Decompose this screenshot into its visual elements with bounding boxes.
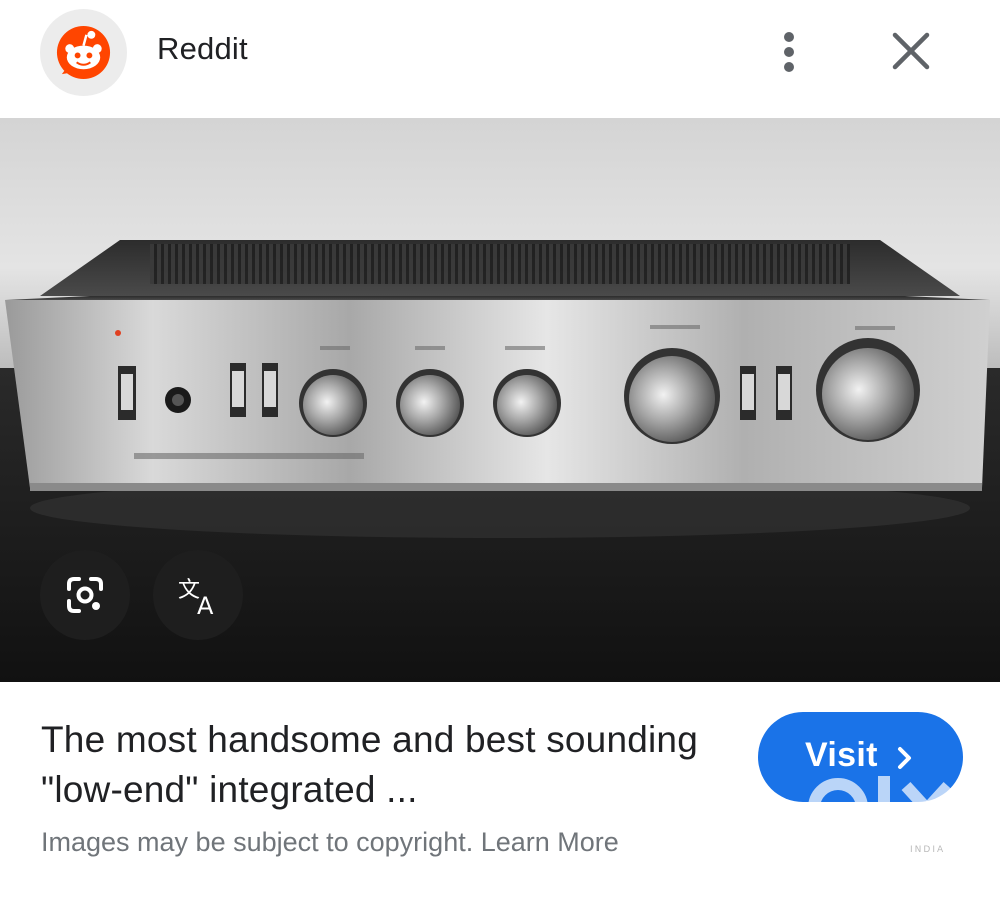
translate-icon: 文 A <box>178 578 214 617</box>
learn-more-link[interactable]: Learn More <box>481 827 619 857</box>
translate-button[interactable]: 文 A <box>153 550 243 640</box>
more-vert-dot <box>784 62 794 72</box>
result-image[interactable]: 文 A <box>0 118 1000 682</box>
olx-watermark-sub: INDIA <box>910 845 945 855</box>
svg-text:A: A <box>197 592 214 617</box>
header-bar: Reddit <box>0 0 1000 118</box>
source-name[interactable]: Reddit <box>157 31 248 67</box>
chevron-right-icon <box>898 747 911 769</box>
source-avatar[interactable] <box>40 9 127 96</box>
result-title[interactable]: The most handsome and best sounding "low… <box>41 715 731 815</box>
close-icon <box>892 32 930 70</box>
visit-button-label: Visit <box>805 736 878 774</box>
google-lens-icon <box>67 577 103 613</box>
close-button[interactable] <box>886 26 936 76</box>
reddit-snoo-icon <box>56 25 111 80</box>
amplifier-photo <box>0 118 1000 682</box>
more-options-button[interactable] <box>768 26 810 78</box>
copyright-text: Images may be subject to copyright. <box>41 827 481 857</box>
more-vert-dot <box>784 47 794 57</box>
visit-button[interactable]: Visit <box>758 712 963 802</box>
google-lens-button[interactable] <box>40 550 130 640</box>
copyright-notice: Images may be subject to copyright. Lear… <box>41 827 619 858</box>
more-vert-icon <box>784 32 794 42</box>
